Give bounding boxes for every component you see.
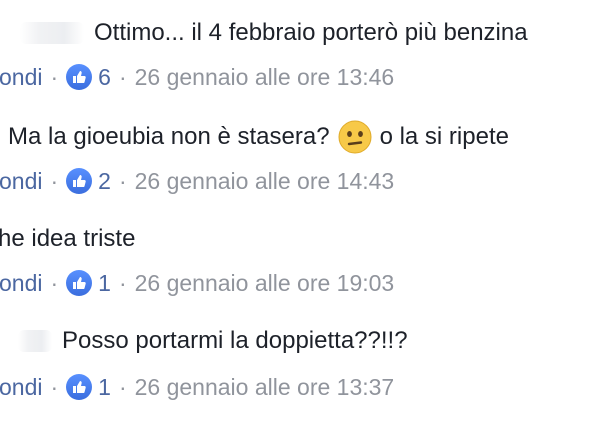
separator: · [50, 64, 59, 90]
comment-meta: ondi · 6 · 26 gennaio alle ore 13:46 [0, 62, 394, 92]
separator: · [118, 374, 127, 400]
reply-link[interactable]: ondi [0, 372, 42, 402]
comment-timestamp[interactable]: 26 gennaio alle ore 13:37 [135, 372, 395, 402]
comment: Ottimo... il 4 febbraio porterò più benz… [0, 0, 610, 100]
comment-text: Ottimo... il 4 febbraio porterò più benz… [94, 19, 528, 46]
reply-link[interactable]: ondi [0, 166, 42, 196]
separator: · [50, 374, 59, 400]
separator: · [50, 168, 59, 194]
comment-body: he idea triste [0, 224, 135, 254]
comment-text: Ma la gioeubia non è stasera? [8, 123, 330, 150]
like-thumb-icon [66, 168, 93, 194]
comment-body: Ottimo... il 4 febbraio porterò più benz… [20, 18, 528, 48]
comment: he idea triste ondi · 1 · 26 gennaio all… [0, 208, 610, 308]
separator: · [118, 270, 127, 296]
comment-timestamp[interactable]: 26 gennaio alle ore 13:46 [135, 62, 395, 92]
comment-thread: Ottimo... il 4 febbraio porterò più benz… [0, 0, 610, 431]
like-count-badge[interactable]: 1 [66, 372, 111, 402]
comment-body: Posso portarmi la doppietta??!!? [18, 326, 408, 356]
author-name-redacted [18, 330, 52, 352]
like-thumb-icon [66, 270, 93, 296]
comment-meta: ondi · 2 · 26 gennaio alle ore 14:43 [0, 166, 394, 196]
like-thumb-icon [66, 374, 93, 400]
comment-meta: ondi · 1 · 26 gennaio alle ore 19:03 [0, 268, 394, 298]
like-count: 2 [98, 168, 111, 194]
comment-meta: ondi · 1 · 26 gennaio alle ore 13:37 [0, 372, 394, 402]
like-count-badge[interactable]: 1 [66, 268, 111, 298]
comment-timestamp[interactable]: 26 gennaio alle ore 19:03 [135, 268, 395, 298]
confused-face-emoji [338, 120, 372, 154]
comment-text-continued: o la si ripete [379, 123, 509, 150]
like-count: 6 [98, 64, 111, 90]
separator: · [50, 270, 59, 296]
comment: Posso portarmi la doppietta??!!? ondi · … [0, 312, 610, 412]
separator: · [118, 64, 127, 90]
like-thumb-icon [66, 64, 93, 90]
like-count-badge[interactable]: 2 [66, 166, 111, 196]
reply-link[interactable]: ondi [0, 62, 42, 92]
comment-timestamp[interactable]: 26 gennaio alle ore 14:43 [135, 166, 395, 196]
reply-link[interactable]: ondi [0, 268, 42, 298]
like-count: 1 [98, 270, 111, 296]
comment: Ma la gioeubia non è stasera? o la si ri… [0, 104, 610, 204]
separator: · [118, 168, 127, 194]
like-count-badge[interactable]: 6 [66, 62, 111, 92]
author-name-redacted [20, 22, 84, 44]
comment-text: Posso portarmi la doppietta??!!? [62, 327, 408, 354]
like-count: 1 [98, 374, 111, 400]
comment-text: he idea triste [0, 225, 136, 252]
comment-body: Ma la gioeubia non è stasera? o la si ri… [8, 120, 509, 154]
